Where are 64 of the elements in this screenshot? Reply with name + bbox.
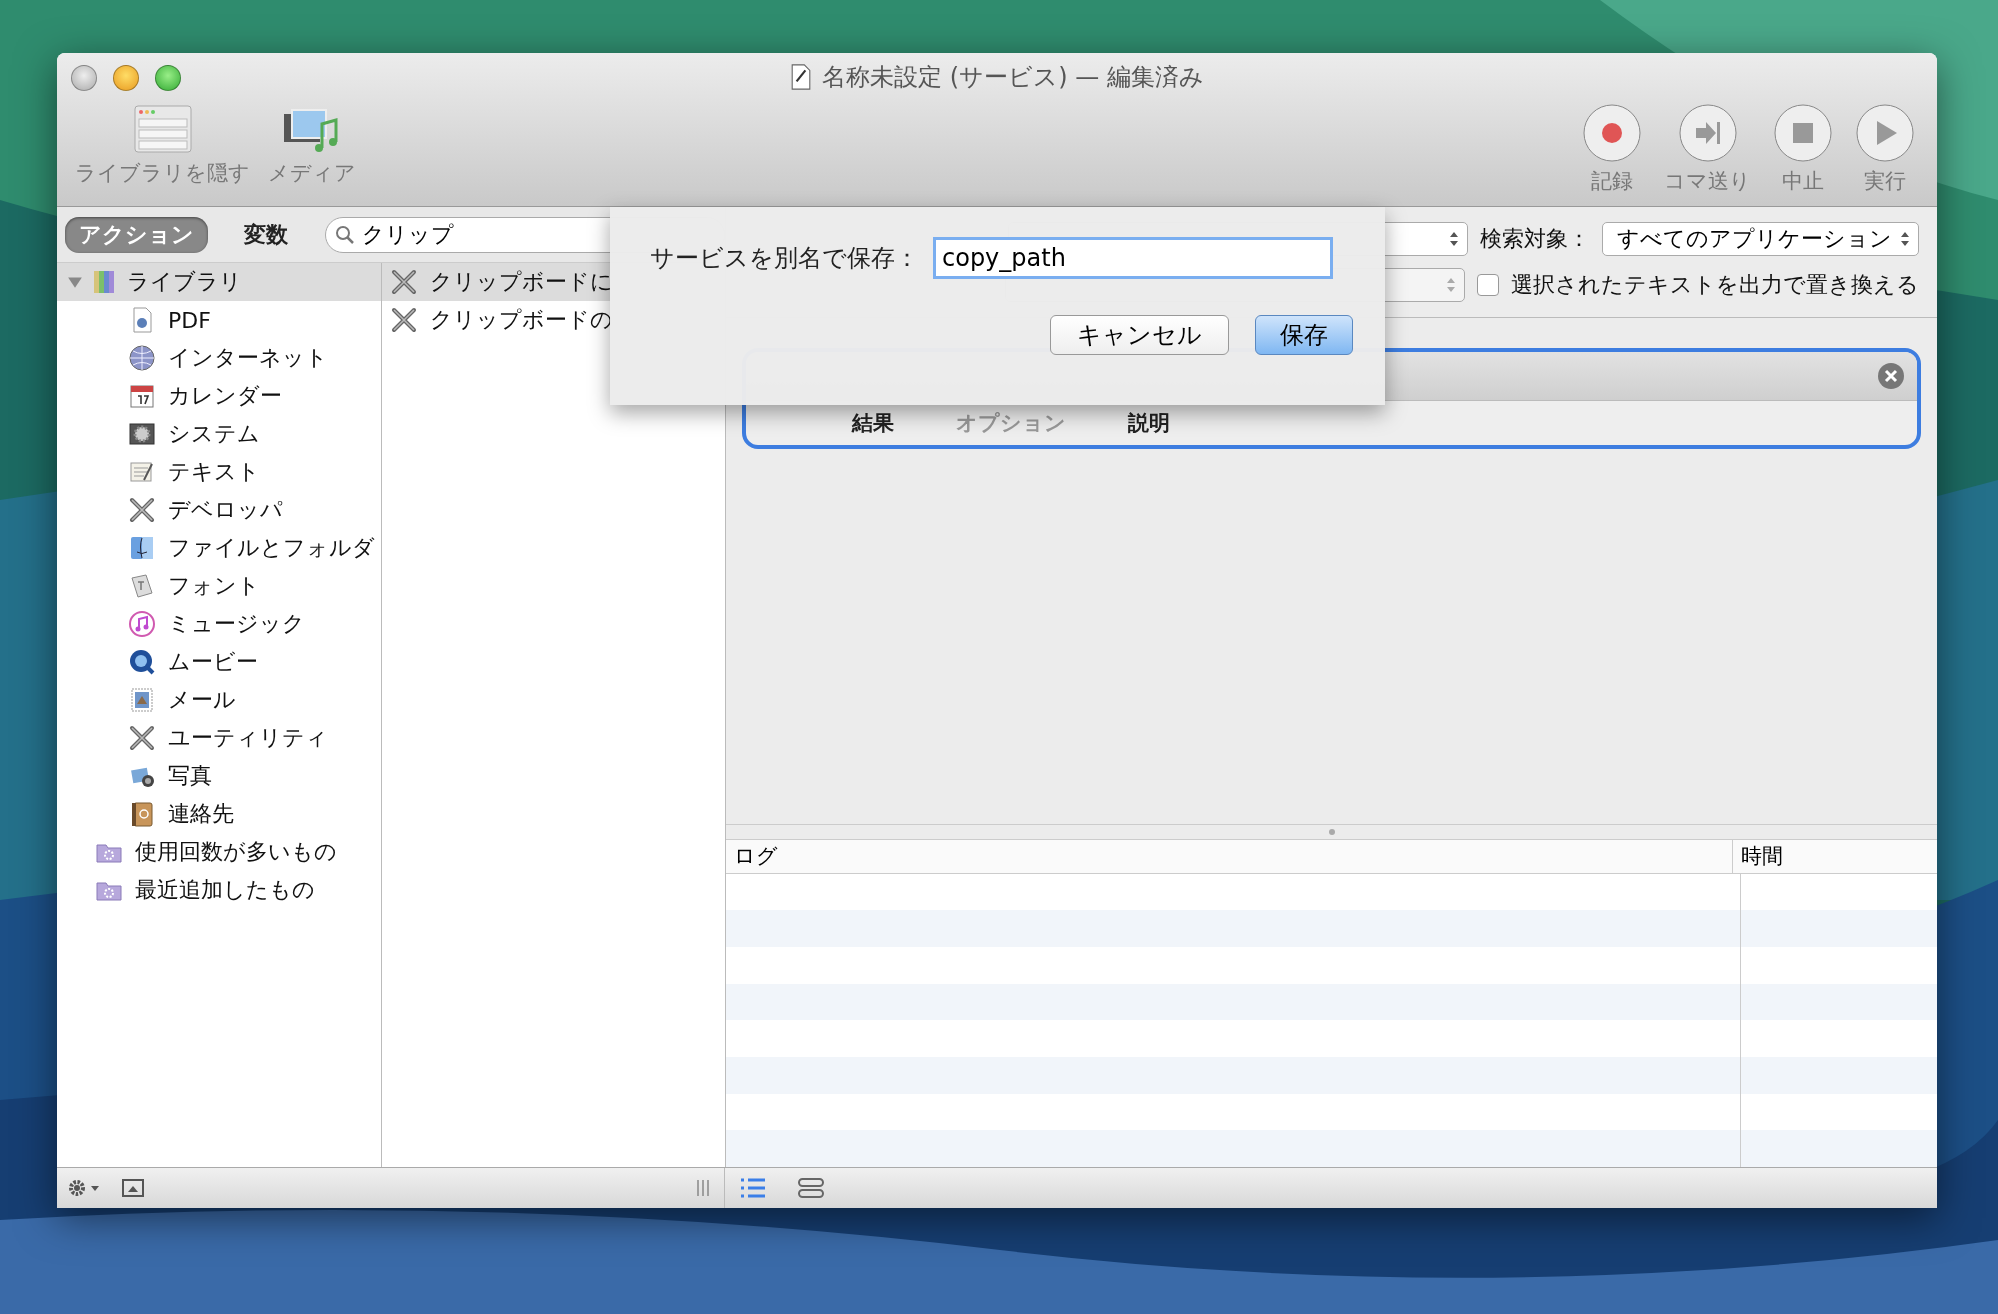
column-header[interactable]: 時間 xyxy=(1733,840,1937,873)
stepper-icon xyxy=(1449,231,1459,247)
record-icon xyxy=(1582,103,1642,163)
tree-item[interactable]: ミュージック xyxy=(57,605,381,643)
window-title: 名称未設定 (サービス) — 編集済み xyxy=(822,62,1204,93)
globe-icon xyxy=(128,344,156,372)
name-field[interactable]: copy_path xyxy=(933,237,1333,279)
close-button[interactable] xyxy=(71,65,97,91)
font-book-icon xyxy=(128,572,156,600)
tree-item[interactable]: ライブラリ xyxy=(57,263,381,301)
tree-item[interactable]: 写真 xyxy=(57,757,381,795)
gear-menu-icon[interactable] xyxy=(67,1178,101,1198)
zoom-button[interactable] xyxy=(155,65,181,91)
disclosure-triangle-icon[interactable] xyxy=(67,274,83,290)
stepper-icon xyxy=(1900,231,1910,247)
document-icon xyxy=(790,63,813,91)
cancel-button[interactable]: キャンセル xyxy=(1050,315,1229,355)
card-tab[interactable]: 結果 xyxy=(846,408,900,438)
minimize-button[interactable] xyxy=(113,65,139,91)
q-logo-icon xyxy=(128,648,156,676)
card-tab[interactable]: 説明 xyxy=(1122,408,1176,438)
tree-item[interactable]: カレンダー xyxy=(57,377,381,415)
segment-tab[interactable]: 変数 xyxy=(230,216,302,253)
segment-tab[interactable]: アクション xyxy=(65,216,208,253)
tree-label: ライブラリ xyxy=(127,268,242,296)
tree-item[interactable]: インターネット xyxy=(57,339,381,377)
resize-handle-icon[interactable] xyxy=(696,1178,710,1198)
close-icon[interactable] xyxy=(1877,362,1905,390)
tools-icon xyxy=(128,496,156,524)
tree-item[interactable]: デベロッパ xyxy=(57,491,381,529)
finder-icon xyxy=(128,534,156,562)
step-forward-icon xyxy=(1677,103,1738,163)
tree-item[interactable]: メール xyxy=(57,681,381,719)
list-view-icon[interactable] xyxy=(739,1177,767,1199)
tree-item[interactable]: 連絡先 xyxy=(57,795,381,833)
tree-item[interactable]: テキスト xyxy=(57,453,381,491)
save-button[interactable]: 保存 xyxy=(1255,315,1353,355)
search-icon xyxy=(335,224,355,245)
search-target-label: 検索対象： xyxy=(1480,225,1590,253)
rows-view-icon[interactable] xyxy=(797,1177,825,1199)
stop-icon xyxy=(1773,103,1833,163)
tree-item[interactable]: 使用回数が多いもの xyxy=(57,833,381,871)
column-header[interactable]: ログ xyxy=(726,840,1733,873)
tree-item[interactable]: ユーティリティ xyxy=(57,719,381,757)
tools-icon xyxy=(390,306,418,334)
tree-item[interactable]: ファイルとフォルダ xyxy=(57,529,381,567)
tree-item[interactable]: PDF xyxy=(57,301,381,339)
checkbox[interactable] xyxy=(1477,274,1499,296)
gear-icon xyxy=(128,420,156,448)
music-note-icon xyxy=(128,610,156,638)
tree-item[interactable]: ムービー xyxy=(57,643,381,681)
tree-item[interactable]: フォント xyxy=(57,567,381,605)
play-icon xyxy=(1855,103,1915,163)
tools-icon xyxy=(390,268,418,296)
tools-icon xyxy=(128,724,156,752)
tree-item[interactable]: 最近追加したもの xyxy=(57,871,381,909)
window-list-icon xyxy=(132,103,193,155)
checkbox-label: 選択されたテキストを出力で置き換える xyxy=(1511,271,1919,299)
tree-item[interactable]: システム xyxy=(57,415,381,453)
picture-frame-icon[interactable] xyxy=(121,1178,145,1198)
stamp-icon xyxy=(128,686,156,714)
calendar-icon xyxy=(128,382,156,410)
stepper-icon xyxy=(1446,277,1456,293)
popup-button[interactable]: すべてのアプリケーション xyxy=(1602,222,1919,256)
